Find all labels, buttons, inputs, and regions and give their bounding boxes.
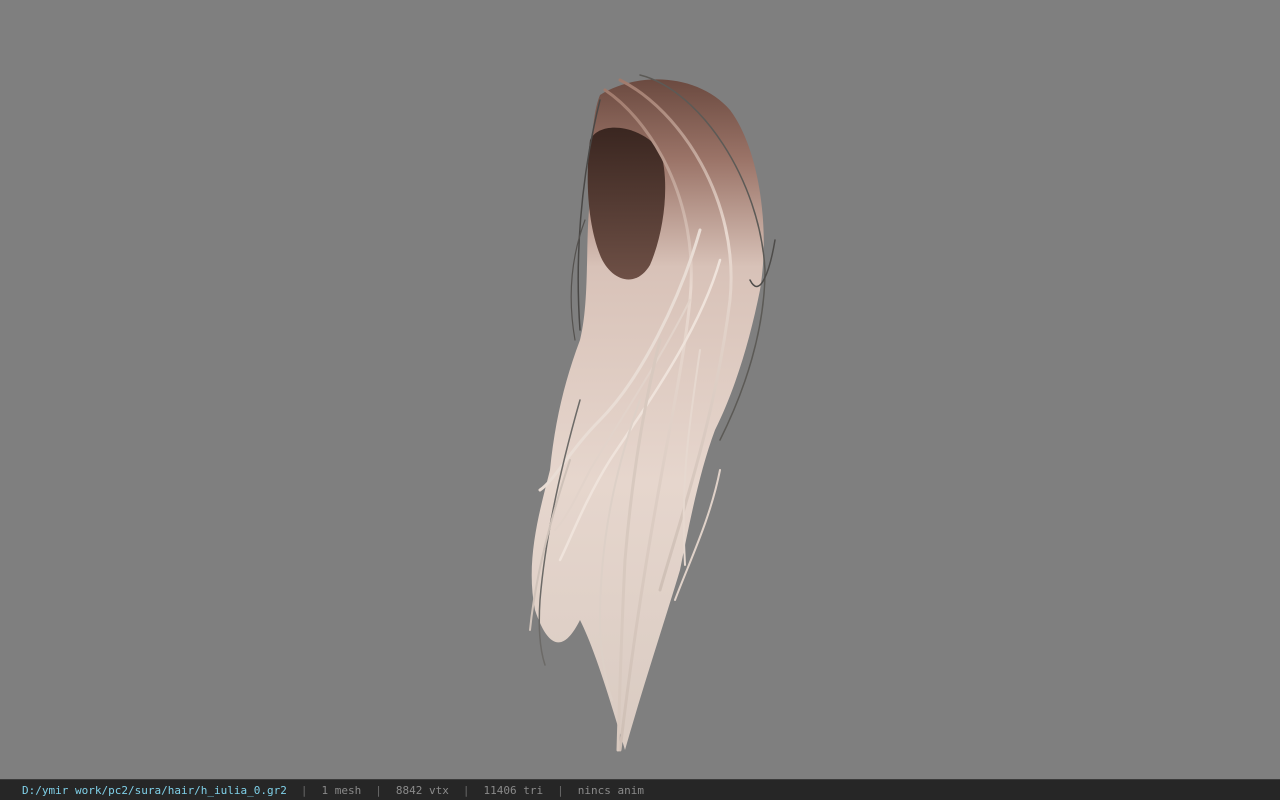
separator: | <box>557 783 564 797</box>
mesh-count: 1 mesh <box>321 783 362 797</box>
hair-model-icon <box>529 74 776 752</box>
file-path: D:/ymir work/pc2/sura/hair/h_iulia_0.gr2 <box>22 783 287 797</box>
separator: | <box>462 783 470 797</box>
status-bar: D:/ymir work/pc2/sura/hair/h_iulia_0.gr2… <box>0 779 1280 800</box>
animation-status: nincs anim <box>577 783 644 797</box>
triangle-count: 11406 tri <box>483 783 544 797</box>
separator: | <box>300 783 308 797</box>
separator: | <box>375 783 382 797</box>
3d-viewport[interactable] <box>0 0 1280 779</box>
vertex-count: 8842 vtx <box>395 783 449 797</box>
